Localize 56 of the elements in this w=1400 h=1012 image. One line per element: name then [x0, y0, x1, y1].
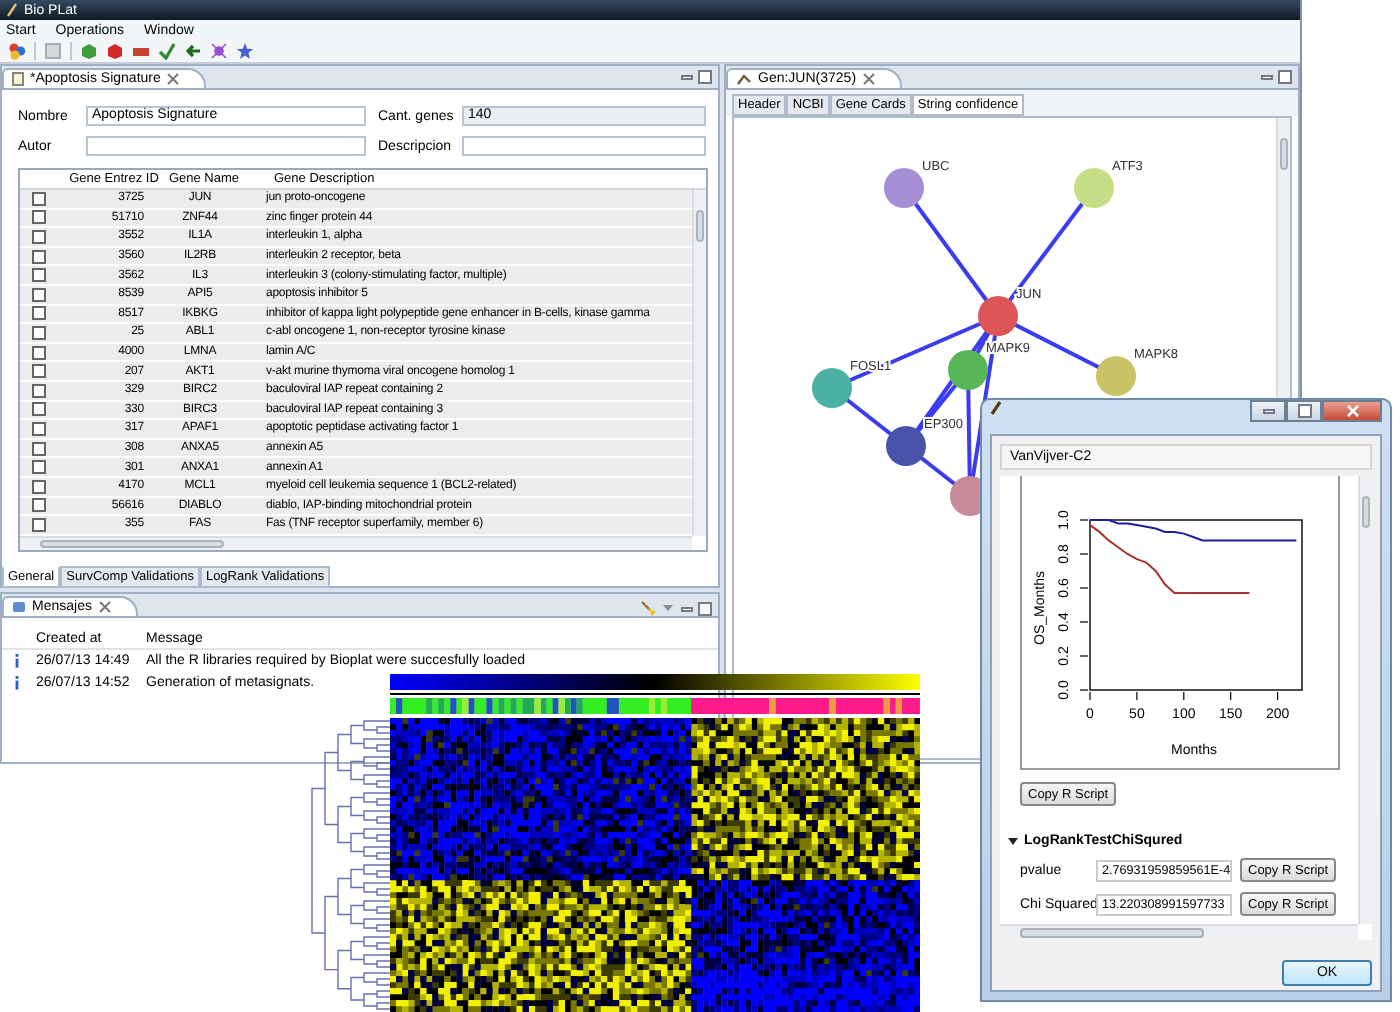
close-icon [166, 72, 181, 86]
close-button[interactable] [1322, 400, 1382, 422]
network-node[interactable] [884, 168, 924, 208]
checkbox[interactable] [31, 191, 45, 206]
close-icon [862, 72, 877, 86]
chat-icon [12, 600, 26, 614]
checkbox[interactable] [31, 325, 45, 340]
checkbox[interactable] [31, 229, 45, 244]
checkbox[interactable] [31, 345, 45, 360]
maximize-icon [1278, 70, 1292, 84]
network-node[interactable] [886, 426, 926, 466]
document-icon [12, 72, 24, 86]
close-icon [97, 600, 112, 614]
info-icon [13, 654, 19, 668]
network-node[interactable] [1096, 356, 1136, 396]
network-node[interactable] [978, 296, 1018, 336]
broom-icon [640, 600, 656, 616]
maximize-icon [698, 70, 712, 84]
network-node[interactable] [1074, 168, 1114, 208]
minimize-icon [680, 70, 694, 84]
input-field[interactable] [462, 136, 706, 156]
checkbox[interactable] [31, 402, 45, 417]
checkbox[interactable] [31, 498, 45, 513]
minimize-icon [1260, 70, 1274, 84]
network-node[interactable] [812, 368, 852, 408]
maximize-icon [1297, 404, 1311, 418]
bug-icon [210, 42, 228, 60]
minimize-button[interactable] [1250, 400, 1286, 422]
checkbox[interactable] [31, 364, 45, 379]
checkbox[interactable] [31, 249, 45, 264]
checkbox[interactable] [31, 268, 45, 283]
checkbox[interactable] [31, 210, 45, 225]
checkbox[interactable] [31, 441, 45, 456]
checkbox[interactable] [31, 287, 45, 302]
star-icon [236, 42, 254, 60]
minimize-icon [680, 601, 694, 615]
checkbox[interactable] [31, 306, 45, 321]
checkbox[interactable] [31, 517, 45, 532]
maximize-icon [698, 601, 712, 615]
triangle-icon [1008, 836, 1018, 846]
checkbox[interactable] [31, 383, 45, 398]
checkbox[interactable] [31, 421, 45, 436]
close-icon [1345, 404, 1359, 418]
input-field[interactable] [86, 136, 366, 156]
network-node[interactable] [948, 350, 988, 390]
save-icon [44, 42, 62, 60]
checkbox[interactable] [31, 479, 45, 494]
checkbox[interactable] [31, 460, 45, 475]
info-icon [13, 676, 19, 690]
maximize-button[interactable] [1286, 400, 1322, 422]
pen-icon [6, 2, 18, 18]
dropdown-icon [662, 602, 674, 614]
pen-icon [990, 400, 1002, 416]
arrow-icon [184, 42, 202, 60]
brick-icon [132, 42, 150, 60]
circles-icon [8, 42, 26, 60]
